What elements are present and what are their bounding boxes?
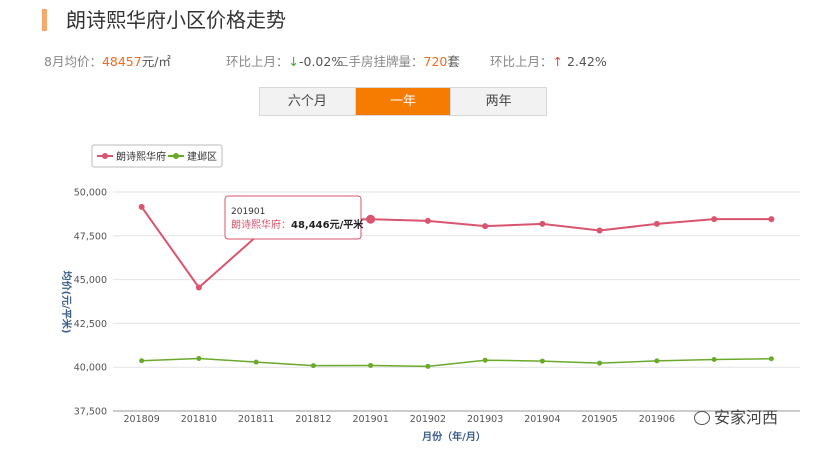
series-1-point xyxy=(138,203,145,210)
avg-price-unit: 元/㎡ xyxy=(141,54,171,69)
x-tick-label: 201903 xyxy=(467,414,503,425)
series-line-2 xyxy=(141,357,772,368)
x-tick-label: 201902 xyxy=(410,414,446,425)
series-1-point xyxy=(711,216,718,223)
y-tick-label: 45,000 xyxy=(74,275,107,286)
mom-price-stat: 环比上月：↓-0.02% xyxy=(226,51,343,70)
legend-label-series-1: 朗诗熙华府 xyxy=(116,150,166,163)
listings-unit: 套 xyxy=(447,54,460,69)
x-tick-label: 201901 xyxy=(352,414,388,425)
watermark-text: 安家河西 xyxy=(714,408,779,427)
x-axis: 201809 201810 201811 201812 201901 201902 2019… xyxy=(123,414,675,425)
title-accent-bar xyxy=(42,9,47,31)
tab-six-months[interactable]: 六个月 xyxy=(260,88,355,115)
legend-label-series-2: 建邺区 xyxy=(187,150,217,163)
arrow-up-icon: ↑ xyxy=(552,54,563,69)
mom-price-label: 环比上月： xyxy=(226,54,289,69)
series-2-point xyxy=(654,358,660,364)
y-tick-label: 50,000 xyxy=(74,188,107,199)
series-1-point xyxy=(768,216,775,223)
x-tick-label: 201906 xyxy=(639,414,675,425)
series-1-point xyxy=(253,233,260,240)
tab-two-years[interactable]: 两年 xyxy=(450,88,546,115)
series-1-point xyxy=(366,214,376,224)
listings-stat: 二手房挂牌量：720套 xyxy=(336,51,460,70)
series-2-point xyxy=(368,362,374,368)
series-2-point xyxy=(425,363,431,369)
mom-listings-stat: 环比上月：↑ 2.42% xyxy=(490,51,607,70)
period-tabs: 六个月 一年 两年 xyxy=(259,87,547,116)
x-tick-label: 201904 xyxy=(524,414,560,425)
arrow-down-icon: ↓ xyxy=(288,54,299,69)
series-2-point xyxy=(482,357,488,363)
avg-price-stat: 8月均价：48457元/㎡ xyxy=(44,51,171,70)
series-2-point xyxy=(711,356,717,362)
series-1-point xyxy=(482,223,489,230)
page-title: 朗诗熙华府小区价格走势 xyxy=(66,8,286,32)
y-tick-label: 42,500 xyxy=(74,319,107,330)
series-1-point xyxy=(310,217,317,224)
listings-value: 720 xyxy=(423,54,448,69)
series-2-point xyxy=(139,358,145,364)
legend-marker-series-1 xyxy=(102,153,108,159)
y-tick-label: 47,500 xyxy=(74,231,107,242)
tooltip-box xyxy=(224,195,362,240)
tab-one-year[interactable]: 一年 xyxy=(354,88,451,115)
y-tick-label: 37,500 xyxy=(74,407,107,418)
series-1-point xyxy=(539,220,546,227)
x-tick-label: 201810 xyxy=(181,414,217,425)
tooltip-date: 201901 xyxy=(231,207,265,217)
x-axis-title: 月份（年/月） xyxy=(421,430,486,443)
series-2-point xyxy=(253,359,259,365)
series-2-point xyxy=(768,356,774,362)
legend-box xyxy=(91,144,223,168)
series-1-point xyxy=(195,284,202,291)
series-2-point xyxy=(597,360,603,366)
y-axis-title: 均价(元/平米) xyxy=(60,271,73,334)
data-tooltip: 201901 朗诗熙华府：48,446元/平米 xyxy=(224,195,364,240)
avg-price-value: 48457 xyxy=(101,54,142,69)
legend-marker-series-2 xyxy=(173,153,179,159)
series-1-point xyxy=(596,227,603,234)
chart-legend[interactable]: 朗诗熙华府 建邺区 xyxy=(91,144,223,168)
y-tick-label: 40,000 xyxy=(74,363,107,374)
series-line-1 xyxy=(140,206,772,289)
chart-grid xyxy=(113,191,800,412)
series-1-point xyxy=(424,217,431,224)
tooltip-value: 48,446元/平米 xyxy=(291,218,364,231)
chart-series xyxy=(138,203,775,369)
series-2-point xyxy=(196,355,202,361)
wechat-icon xyxy=(694,411,710,425)
x-tick-label: 201905 xyxy=(581,414,617,425)
series-2-point xyxy=(539,358,545,364)
mom-listings-value: 2.42% xyxy=(566,54,607,69)
x-tick-label: 201812 xyxy=(295,414,331,425)
series-1-point xyxy=(653,220,660,227)
avg-price-label: 8月均价： xyxy=(44,54,102,69)
watermark: 安家河西 xyxy=(694,404,778,428)
tooltip-line: 朗诗熙华府：48,446元/平米 xyxy=(231,218,364,231)
mom-listings-label: 环比上月： xyxy=(490,54,553,69)
x-tick-label: 201809 xyxy=(123,414,159,425)
series-2-point xyxy=(310,363,316,369)
x-tick-label: 201811 xyxy=(238,414,274,425)
tooltip-series: 朗诗熙华府： xyxy=(231,218,291,231)
y-axis: 37,500 40,000 42,500 45,000 47,500 50,000 xyxy=(74,188,107,418)
listings-label: 二手房挂牌量： xyxy=(336,54,424,69)
